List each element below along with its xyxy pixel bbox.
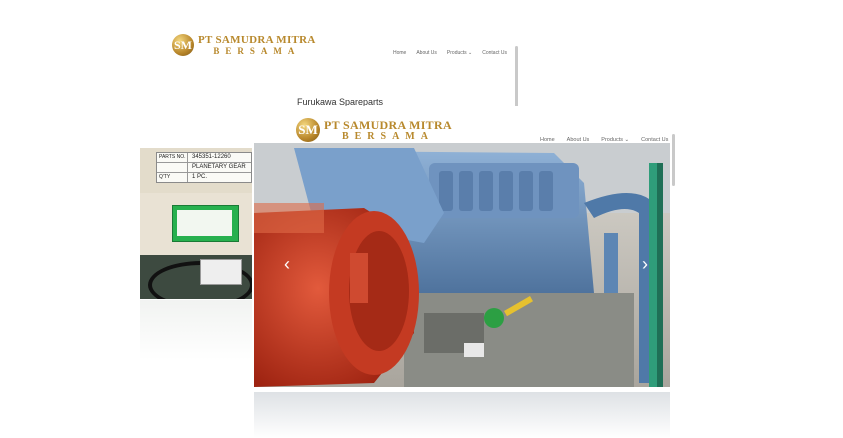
logo-monogram-icon: SM xyxy=(172,34,194,56)
green-package xyxy=(172,205,239,242)
nav-products[interactable]: Products ⌄ xyxy=(447,50,472,56)
ring-label xyxy=(200,259,242,285)
label-row: PARTS NO. 345351-12260 xyxy=(157,153,251,163)
logo-line-2: BERSAMA xyxy=(213,45,301,56)
label-value: 1 PC. xyxy=(192,174,208,180)
label-key: PARTS NO. xyxy=(157,153,188,162)
logo-monogram-icon: SM xyxy=(296,118,320,142)
back-main-nav: Home About Us Products ⌄ Contact Us xyxy=(393,50,507,56)
slider-prev-icon[interactable]: ‹ xyxy=(280,254,294,275)
back-site-logo[interactable]: SM PT SAMUDRA MITRA BERSAMA xyxy=(172,34,316,56)
product-thumb-seal-ring[interactable] xyxy=(140,255,254,299)
label-row: PLANETARY GEAR xyxy=(157,163,251,173)
label-key xyxy=(157,163,188,172)
label-row: Q'TY 1 PC. xyxy=(157,173,251,182)
package-label xyxy=(177,210,232,236)
label-key: Q'TY xyxy=(157,173,188,182)
front-page-scrollbar[interactable] xyxy=(672,134,675,186)
nav-home[interactable]: Home xyxy=(393,50,406,56)
product-thumb-green-box[interactable] xyxy=(140,193,254,255)
logo-line-2: BERSAMA xyxy=(341,130,434,142)
logo-text: PT SAMUDRA MITRA BERSAMA xyxy=(198,33,316,56)
logo-line-1: PT SAMUDRA MITRA xyxy=(324,117,452,132)
thumbnail-reflection xyxy=(140,300,254,360)
logo-text: PT SAMUDRA MITRA BERSAMA xyxy=(324,119,452,142)
label-value: 345351-12260 xyxy=(192,154,231,160)
parts-label-card: PARTS NO. 345351-12260 PLANETARY GEAR Q'… xyxy=(156,152,252,183)
slider-next-icon[interactable]: › xyxy=(638,254,652,275)
nav-about-us[interactable]: About Us xyxy=(416,50,437,56)
logo-line-1: PT SAMUDRA MITRA xyxy=(198,33,316,46)
generator-photo xyxy=(254,143,670,387)
hero-slider[interactable]: ‹ › xyxy=(254,143,670,387)
front-site-logo[interactable]: SM PT SAMUDRA MITRA BERSAMA xyxy=(296,118,452,142)
product-thumb-planetary-gear[interactable]: PARTS NO. 345351-12260 PLANETARY GEAR Q'… xyxy=(140,148,254,193)
product-thumbnails: PARTS NO. 345351-12260 PLANETARY GEAR Q'… xyxy=(140,148,254,299)
label-value: PLANETARY GEAR xyxy=(192,164,246,170)
slider-reflection xyxy=(254,392,670,438)
nav-contact-us[interactable]: Contact Us xyxy=(482,50,507,56)
